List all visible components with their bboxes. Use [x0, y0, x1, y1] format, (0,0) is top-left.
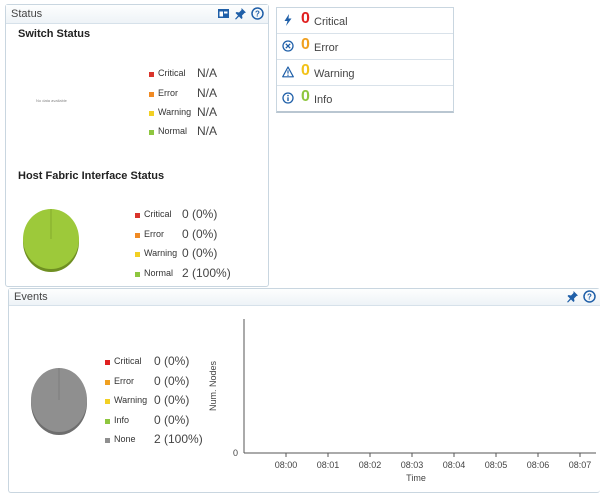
events-panel-title: Events [14, 291, 48, 303]
switch-no-data-note: No data available [36, 98, 67, 103]
legend-label: Normal [158, 126, 188, 136]
legend-value: 0 (0%) [182, 227, 218, 241]
x-tick-label: 08:00 [275, 460, 298, 470]
summary-count: 0 [301, 10, 310, 27]
help-icon[interactable]: ? [251, 7, 264, 20]
legend-swatch [105, 438, 110, 443]
legend-label: Error [158, 88, 178, 98]
legend-swatch [149, 130, 154, 135]
switch-status-title: Switch Status [18, 28, 91, 40]
legend-swatch [135, 213, 140, 218]
legend-value: 0 (0%) [182, 207, 218, 221]
legend-label: Warning [144, 248, 178, 258]
help-icon[interactable]: ? [583, 290, 596, 303]
hfi-pie-chart [23, 209, 79, 272]
events-pie-chart [31, 368, 87, 435]
status-panel: Status ? Switch Status No data available… [5, 4, 269, 287]
y-axis-title: Num. Nodes [208, 360, 218, 411]
pin-icon[interactable] [234, 7, 247, 20]
legend-label: Critical [114, 356, 142, 366]
legend-value: N/A [197, 124, 218, 138]
event-summary-box: 0 Critical 0 Error 0 Warning 0 Info [276, 7, 454, 113]
legend-swatch [135, 233, 140, 238]
legend-swatch [105, 380, 110, 385]
lightning-icon [284, 14, 292, 26]
legend-value: 0 (0%) [154, 393, 190, 407]
x-axis-title: Time [406, 473, 426, 483]
legend-value: 2 (100%) [182, 266, 231, 280]
summary-row-error[interactable]: 0 Error [277, 34, 453, 60]
legend-value: 0 (0%) [154, 413, 190, 427]
pin-icon[interactable] [566, 290, 579, 303]
y-tick-label: 0 [233, 448, 238, 458]
x-tick-label: 08:07 [569, 460, 592, 470]
circle-x-icon [282, 40, 294, 52]
legend-value: 0 (0%) [182, 246, 218, 260]
legend-swatch [105, 419, 110, 424]
legend-swatch [105, 399, 110, 404]
events-panel: Events ? Critical 0 (0%) Error 0 (0%) Wa… [8, 288, 600, 493]
legend-swatch [105, 360, 110, 365]
layout-icon[interactable] [217, 7, 230, 20]
x-tick-label: 08:02 [359, 460, 382, 470]
legend-swatch [135, 252, 140, 257]
summary-label: Error [314, 42, 339, 54]
legend-swatch [149, 72, 154, 77]
x-tick-label: 08:03 [401, 460, 424, 470]
summary-row-warning[interactable]: 0 Warning [277, 60, 453, 86]
x-tick-label: 08:06 [527, 460, 550, 470]
svg-text:?: ? [587, 293, 592, 302]
x-tick-label: 08:05 [485, 460, 508, 470]
status-panel-title: Status [11, 8, 43, 20]
warning-triangle-icon [282, 66, 294, 78]
svg-text:?: ? [255, 10, 260, 19]
legend-value: 0 (0%) [154, 354, 190, 368]
summary-label: Warning [314, 68, 355, 80]
legend-label: Critical [144, 209, 172, 219]
legend-swatch [135, 272, 140, 277]
legend-label: Error [144, 229, 164, 239]
events-line-chart: 08:00 08:01 08:02 08:03 08:04 08:05 08:06 08:07… [208, 319, 596, 483]
legend-label: Normal [144, 268, 174, 278]
legend-value: N/A [197, 66, 218, 80]
events-panel-header: Events ? [9, 289, 600, 306]
x-tick-label: 08:04 [443, 460, 466, 470]
legend-value: 0 (0%) [154, 374, 190, 388]
summary-count: 0 [301, 62, 310, 79]
status-panel-header: Status ? [6, 5, 268, 24]
legend-label: Error [114, 376, 134, 386]
summary-label: Critical [314, 16, 348, 28]
legend-value: N/A [197, 105, 218, 119]
summary-count: 0 [301, 88, 310, 105]
summary-count: 0 [301, 36, 310, 53]
legend-label: Warning [114, 395, 148, 405]
legend-value: 2 (100%) [154, 432, 203, 446]
legend-swatch [149, 111, 154, 116]
legend-value: N/A [197, 86, 218, 100]
legend-label: Info [114, 415, 130, 425]
summary-label: Info [314, 94, 333, 106]
legend-label: Warning [158, 107, 192, 117]
legend-label: None [114, 434, 136, 444]
info-circle-icon [282, 92, 294, 104]
legend-label: Critical [158, 68, 186, 78]
summary-row-critical[interactable]: 0 Critical [277, 8, 453, 34]
x-tick-label: 08:01 [317, 460, 340, 470]
legend-swatch [149, 92, 154, 97]
hfi-status-title: Host Fabric Interface Status [18, 170, 165, 182]
summary-row-info[interactable]: 0 Info [277, 86, 453, 112]
